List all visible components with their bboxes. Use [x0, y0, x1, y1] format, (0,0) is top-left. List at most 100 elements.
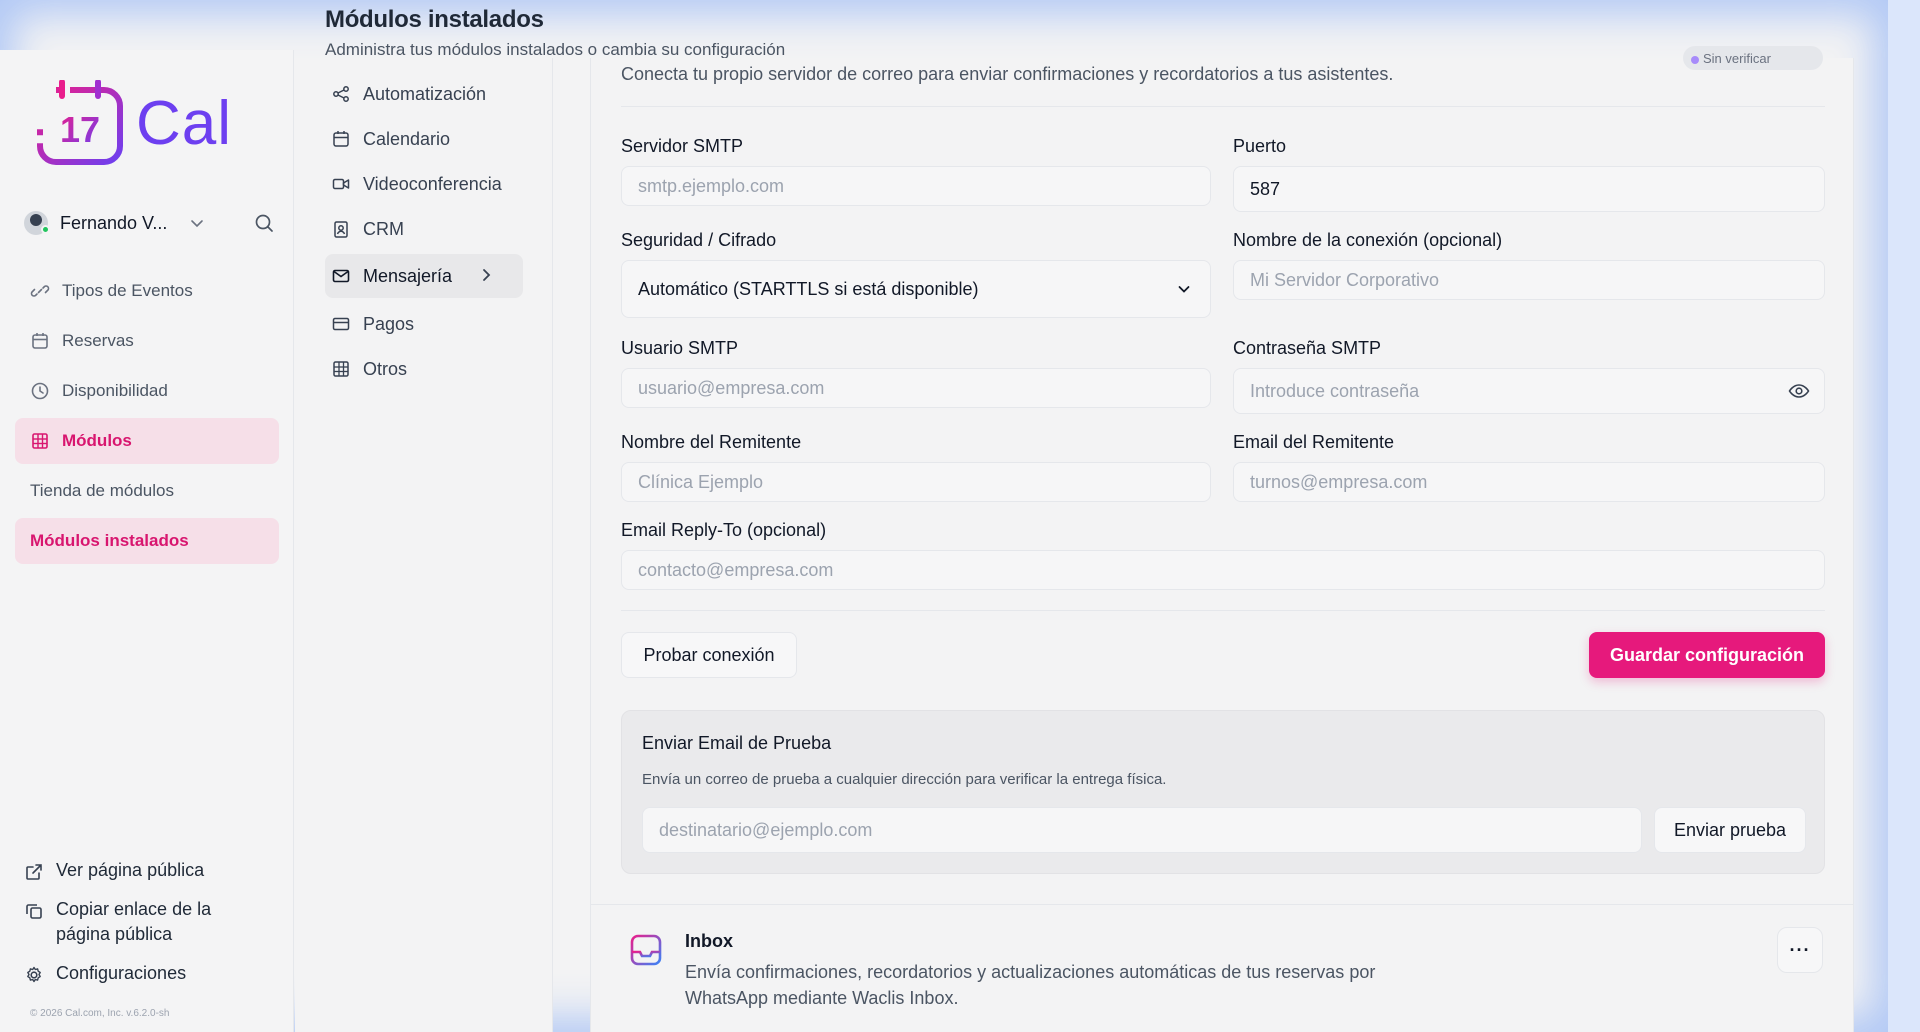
smtp-password-label: Contraseña SMTP: [1233, 338, 1382, 358]
tab-label: Pagos: [363, 313, 415, 334]
sender-name-input[interactable]: Clínica Ejemplo: [621, 462, 1211, 502]
calendar-icon: [32, 333, 48, 349]
sender-email-input[interactable]: turnos@empresa.com: [1233, 462, 1825, 502]
logo-number: 17: [60, 109, 100, 150]
test-email-title: Enviar Email de Prueba: [642, 733, 832, 753]
more-options-button[interactable]: ···: [1777, 927, 1823, 973]
view-public-page-link[interactable]: Ver página pública: [24, 858, 274, 883]
inbox-title: Inbox: [685, 931, 733, 951]
smtp-server-label: Servidor SMTP: [621, 136, 744, 156]
sidebar-footer: Ver página pública Copiar enlace de la p…: [24, 858, 274, 1000]
status-badge: Sin verificar: [1683, 46, 1823, 70]
divider: [621, 610, 1825, 611]
sidebar-item-label: Módulos: [62, 431, 132, 450]
sidebar-item-modules[interactable]: Módulos: [15, 418, 279, 464]
eye-icon[interactable]: [1788, 381, 1810, 401]
gear-icon: [27, 966, 41, 983]
user-menu[interactable]: Fernando V...: [24, 208, 274, 238]
port-input[interactable]: 587: [1233, 166, 1825, 212]
test-email-description: Envía un correo de prueba a cualquier di…: [642, 771, 1167, 788]
page-subtitle: Administra tus módulos instalados o camb…: [325, 40, 786, 59]
send-test-button[interactable]: Enviar prueba: [1654, 807, 1806, 853]
smtp-description: Conecta tu propio servidor de correo par…: [621, 64, 1394, 84]
copy-icon: [26, 904, 42, 919]
smtp-config-panel: Sin verificar Conecta tu propio servidor…: [590, 46, 1854, 1032]
test-email-section: Enviar Email de Prueba Envía un correo d…: [621, 710, 1825, 874]
contact-card-icon: [334, 221, 348, 238]
app-frame: Módulos instalados Administra tus módulo…: [0, 0, 1888, 1032]
tab-calendar[interactable]: Calendario: [325, 117, 523, 161]
reply-to-label: Email Reply-To (opcional): [621, 520, 827, 540]
sender-name-label: Nombre del Remitente: [621, 432, 802, 452]
reply-to-input[interactable]: contacto@empresa.com: [621, 550, 1825, 590]
copyright: © 2026 Cal.com, Inc. v.6.2.0-sh: [30, 1008, 170, 1019]
sidebar-item-installed-modules[interactable]: Módulos instalados: [15, 518, 279, 564]
tab-automation[interactable]: Automatización: [325, 72, 523, 116]
grid-icon: [333, 361, 349, 377]
test-recipient-input[interactable]: destinatario@ejemplo.com: [642, 807, 1642, 853]
mail-icon: [332, 269, 350, 283]
tab-label: CRM: [363, 218, 404, 239]
connection-name-input[interactable]: Mi Servidor Corporativo: [1233, 260, 1825, 300]
settings-label: Configuraciones: [56, 963, 187, 983]
connection-name-label: Nombre de la conexión (opcional): [1233, 230, 1503, 250]
tab-label: Otros: [363, 358, 408, 379]
tab-label: Automatización: [363, 83, 487, 104]
sender-email-label: Email del Remitente: [1233, 432, 1395, 452]
copy-public-link-label: Copiar enlace de la página pública: [56, 899, 212, 944]
calendar-icon: [333, 131, 349, 147]
password-placeholder: Introduce contraseña: [1250, 380, 1420, 401]
user-name: Fernando V...: [60, 212, 168, 233]
inbox-description: Envía confirmaciones, recordatorios y ac…: [685, 962, 1376, 1008]
tab-payments[interactable]: Pagos: [325, 302, 523, 346]
tab-label: Calendario: [363, 128, 451, 149]
page-header: Módulos instalados Administra tus módulo…: [325, 0, 786, 59]
link-icon: [30, 285, 50, 297]
sidebar-item-label: Disponibilidad: [62, 381, 168, 400]
chevron-down-icon: [1178, 286, 1190, 293]
security-select-value: Automático (STARTTLS si está disponible): [638, 278, 979, 299]
search-icon[interactable]: [254, 213, 274, 233]
share-nodes-icon: [333, 86, 349, 102]
settings-link[interactable]: Configuraciones: [24, 961, 274, 986]
tab-messaging[interactable]: Mensajería: [325, 254, 523, 298]
divider: [621, 106, 1825, 107]
tab-videoconference[interactable]: Videoconferencia: [325, 162, 523, 206]
sidebar-item-module-store[interactable]: Tienda de módulos: [15, 468, 279, 514]
calendar-logo-icon: 17: [37, 80, 123, 165]
smtp-user-input[interactable]: usuario@empresa.com: [621, 368, 1211, 408]
sidebar-item-label: Tipos de Eventos: [62, 281, 193, 300]
main-nav: Tipos de Eventos Reservas Disponibilidad…: [15, 268, 279, 568]
chevron-down-icon: [191, 220, 204, 228]
video-icon: [332, 178, 350, 190]
smtp-user-label: Usuario SMTP: [621, 338, 739, 358]
chevron-right-icon: [483, 269, 491, 281]
view-public-page-label: Ver página pública: [56, 860, 205, 880]
test-connection-button[interactable]: Probar conexión: [621, 632, 797, 678]
security-select[interactable]: Automático (STARTTLS si está disponible): [621, 260, 1211, 318]
clock-icon: [31, 382, 49, 400]
external-link-icon: [26, 864, 42, 880]
category-nav: Automatización Calendario Videoconferenc…: [295, 58, 553, 1032]
port-label: Puerto: [1233, 136, 1287, 156]
security-label: Seguridad / Cifrado: [621, 230, 777, 250]
module-row-inbox: Inbox Envía confirmaciones, recordatorio…: [591, 904, 1853, 1032]
tab-others[interactable]: Otros: [325, 347, 523, 391]
tab-crm[interactable]: CRM: [325, 207, 523, 251]
grid-icon: [32, 433, 48, 449]
credit-card-icon: [332, 317, 350, 331]
sidebar-item-label: Reservas: [62, 331, 134, 350]
page-title: Módulos instalados: [325, 6, 544, 33]
sidebar-item-event-types[interactable]: Tipos de Eventos: [15, 268, 279, 314]
smtp-password-input[interactable]: Introduce contraseña: [1233, 368, 1825, 414]
copy-public-link[interactable]: Copiar enlace de la página pública: [24, 897, 274, 947]
sidebar: 17 Cal Fernando V... Tipos de Eventos Re…: [0, 50, 294, 1032]
sidebar-item-availability[interactable]: Disponibilidad: [15, 368, 279, 414]
sidebar-item-bookings[interactable]: Reservas: [15, 318, 279, 364]
save-config-button[interactable]: Guardar configuración: [1589, 632, 1825, 678]
smtp-server-input[interactable]: smtp.ejemplo.com: [621, 166, 1211, 206]
inbox-icon: [630, 934, 662, 966]
cal-logo[interactable]: 17 Cal: [36, 80, 232, 166]
tab-label: Mensajería: [363, 265, 453, 286]
online-status-dot: [41, 225, 50, 234]
